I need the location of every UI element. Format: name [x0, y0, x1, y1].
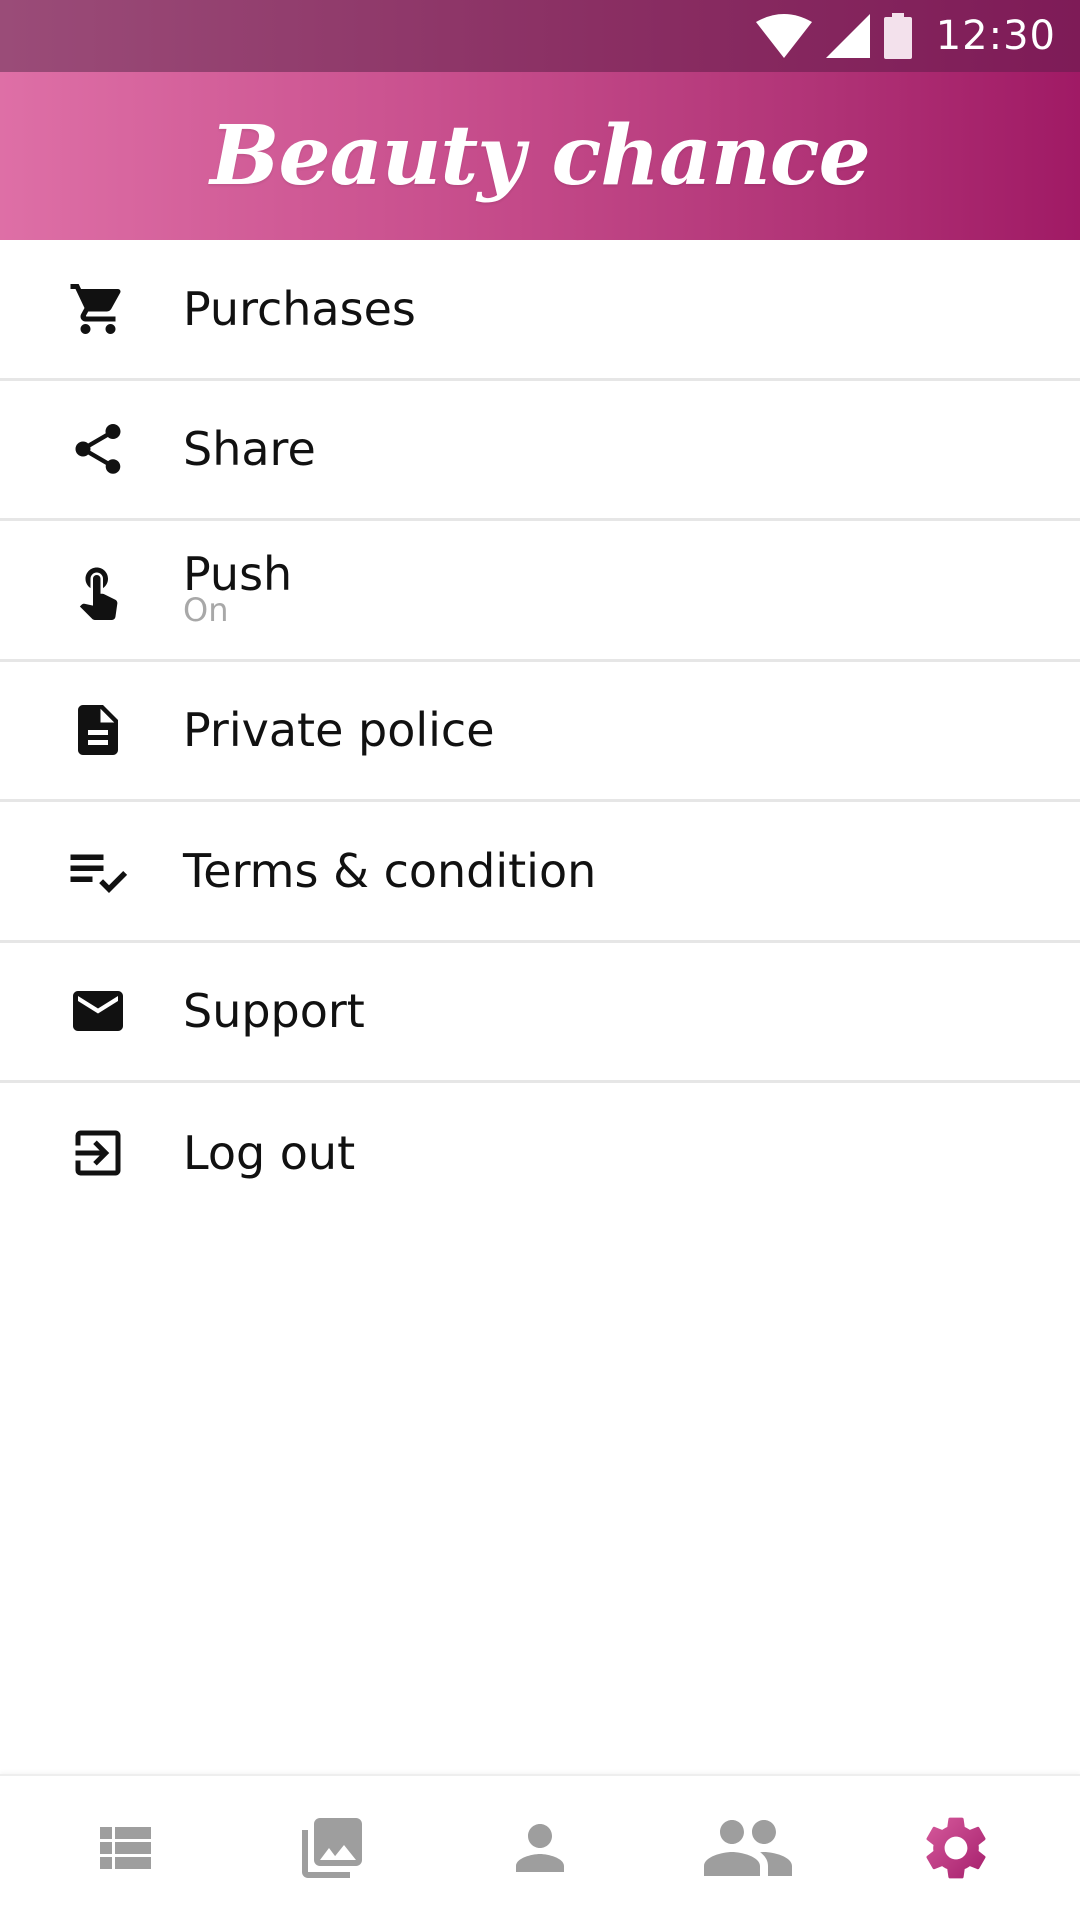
app-title: Beauty chance — [210, 108, 871, 204]
push-status: On — [183, 590, 229, 629]
menu-label-purchases: Purchases — [183, 281, 416, 336]
menu-item-push[interactable]: Push On — [0, 521, 1080, 662]
cart-icon — [60, 271, 136, 347]
photo-library-icon — [302, 1818, 362, 1878]
status-time: 12:30 — [935, 13, 1056, 59]
app-header: Beauty chance — [0, 72, 1080, 240]
touch-icon — [60, 552, 136, 628]
share-icon — [60, 411, 136, 487]
nav-settings-button[interactable] — [896, 1788, 1016, 1908]
menu-item-share[interactable]: Share — [0, 381, 1080, 521]
menu-item-terms[interactable]: Terms & condition — [0, 802, 1080, 943]
person-icon — [516, 1824, 564, 1872]
menu-item-purchases[interactable]: Purchases — [0, 240, 1080, 381]
settings-menu: Purchases Share Push On Private police T… — [0, 240, 1080, 1224]
nav-list-button[interactable] — [64, 1788, 184, 1908]
nav-people-button[interactable] — [688, 1788, 808, 1908]
document-icon — [60, 692, 136, 768]
menu-label-terms: Terms & condition — [183, 843, 597, 898]
gear-icon — [926, 1817, 986, 1879]
logout-icon — [60, 1115, 136, 1191]
people-icon — [704, 1820, 792, 1876]
menu-label-share: Share — [183, 422, 316, 477]
menu-item-logout[interactable]: Log out — [0, 1083, 1080, 1224]
mail-icon — [60, 973, 136, 1049]
cell-signal-icon — [825, 14, 870, 58]
wifi-icon — [755, 14, 812, 58]
checklist-icon — [60, 833, 136, 909]
bottom-nav — [0, 1774, 1080, 1920]
nav-profile-button[interactable] — [480, 1788, 600, 1908]
menu-item-support[interactable]: Support — [0, 943, 1080, 1083]
battery-icon — [883, 13, 912, 59]
nav-gallery-button[interactable] — [272, 1788, 392, 1908]
status-bar: 12:30 — [0, 0, 1080, 72]
menu-label-logout: Log out — [183, 1126, 356, 1181]
menu-label-support: Support — [183, 984, 365, 1039]
menu-label-private-police: Private police — [183, 703, 495, 758]
menu-item-private-police[interactable]: Private police — [0, 662, 1080, 802]
list-icon — [100, 1827, 151, 1869]
